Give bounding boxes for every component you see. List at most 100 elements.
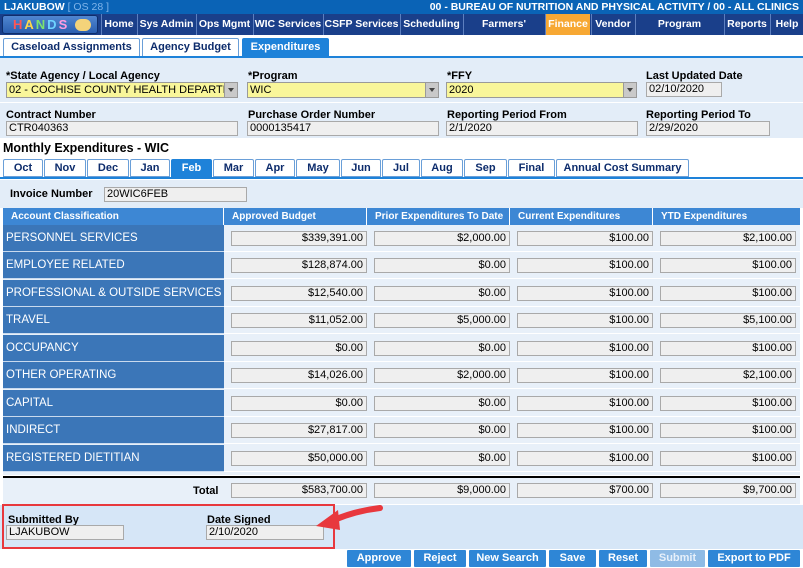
col-current-expenditures: Current Expenditures [510,208,653,225]
total-label: Total [193,485,219,497]
nav-scheduling[interactable]: Scheduling [400,14,462,35]
month-tab-mar[interactable]: Mar [213,159,254,177]
account-classification: OTHER OPERATING [3,362,224,389]
nav-vendor[interactable]: Vendor [591,14,634,35]
prior-expenditures-cell: $0.00 [374,396,510,411]
title-bar: LJAKUBOW [ OS 28 ] 00 - BUREAU OF NUTRIT… [0,0,803,14]
hands-icon [75,19,91,31]
col-account-classification: Account Classification [3,208,224,225]
current-expenditures-input[interactable]: $100.00 [517,341,653,356]
search-form: *State Agency / Local Agency 02 - COCHIS… [0,58,803,138]
month-tab-jun[interactable]: Jun [341,159,381,177]
ytd-expenditures-cell: $100.00 [660,451,796,466]
ffy-select[interactable]: 2020 [446,82,637,98]
approve-button[interactable]: Approve [347,550,411,567]
last-updated-label: Last Updated Date [646,70,743,82]
prior-expenditures-cell: $5,000.00 [374,313,510,328]
current-expenditures-input[interactable]: $100.00 [517,258,653,273]
program-select[interactable]: WIC [247,82,439,98]
current-expenditures-input[interactable]: $100.00 [517,231,653,246]
month-tab-apr[interactable]: Apr [255,159,295,177]
export-pdf-button[interactable]: Export to PDF [708,550,800,567]
approved-budget-cell: $11,052.00 [231,313,367,328]
current-expenditures-input[interactable]: $100.00 [517,368,653,383]
month-tab-annual-cost-summary[interactable]: Annual Cost Summary [556,159,689,177]
agency-label: *State Agency / Local Agency [6,70,160,82]
tab-agency-budget[interactable]: Agency Budget [142,38,239,57]
tab-caseload-assignments[interactable]: Caseload Assignments [3,38,140,57]
ytd-expenditures-cell: $100.00 [660,423,796,438]
table-row: CAPITAL $0.00 $0.00 $100.00 $100.00 [3,390,800,417]
section-title: Monthly Expenditures - WIC [3,141,169,155]
month-tab-sep[interactable]: Sep [464,159,507,177]
hands-logo[interactable]: HANDS [2,15,98,34]
approved-budget-cell: $339,391.00 [231,231,367,246]
approved-budget-cell: $50,000.00 [231,451,367,466]
nav-home[interactable]: Home [101,14,136,35]
current-expenditures-input[interactable]: $100.00 [517,451,653,466]
agency-select[interactable]: 02 - COCHISE COUNTY HEALTH DEPARTM [6,82,238,98]
table-row: REGISTERED DIETITIAN $50,000.00 $0.00 $1… [3,445,800,472]
current-user: LJAKUBOW [ OS 28 ] [4,1,110,13]
month-tab-oct[interactable]: Oct [3,159,43,177]
col-ytd-expenditures: YTD Expenditures [661,211,748,222]
submit-button[interactable]: Submit [650,550,705,567]
current-expenditures-input[interactable]: $100.00 [517,313,653,328]
nav-farmers-market[interactable]: Farmers' Market [463,14,544,51]
approved-budget-cell: $128,874.00 [231,258,367,273]
invoice-label: Invoice Number [10,188,93,200]
nav-help[interactable]: Help [770,14,803,35]
table-header: Account Classification Approved Budget P… [3,208,800,225]
total-current-expenditures: $700.00 [517,483,653,498]
current-expenditures-input[interactable]: $100.00 [517,286,653,301]
account-classification: INDIRECT [3,417,224,444]
po-field: 0000135417 [247,121,439,136]
highlight-annotation [2,504,335,549]
contract-field: CTR040363 [6,121,238,136]
period-from-field: 2/1/2020 [446,121,638,136]
expenditures-table: PERSONNEL SERVICES $339,391.00 $2,000.00… [3,225,800,475]
month-tab-may[interactable]: May [296,159,340,177]
reset-button[interactable]: Reset [599,550,647,567]
month-tab-jul[interactable]: Jul [382,159,420,177]
month-tab-final[interactable]: Final [508,159,555,177]
nav-csfp-services[interactable]: CSFP Services [323,14,399,35]
contract-label: Contract Number [6,109,96,121]
month-tab-aug[interactable]: Aug [421,159,463,177]
period-from-label: Reporting Period From [447,109,567,121]
chevron-down-icon[interactable] [224,83,237,97]
reject-button[interactable]: Reject [414,550,466,567]
nav-finance[interactable]: Finance [545,14,590,35]
new-search-button[interactable]: New Search [469,550,546,567]
program-label: *Program [248,70,298,82]
ytd-expenditures-cell: $100.00 [660,396,796,411]
nav-wic-services[interactable]: WIC Services [253,14,322,35]
current-expenditures-input[interactable]: $100.00 [517,396,653,411]
chevron-down-icon[interactable] [425,83,438,97]
month-tab-dec[interactable]: Dec [87,159,129,177]
current-expenditures-input[interactable]: $100.00 [517,423,653,438]
table-row: PERSONNEL SERVICES $339,391.00 $2,000.00… [3,225,800,252]
ffy-value: 2020 [449,84,474,96]
month-tab-feb[interactable]: Feb [171,159,212,177]
nav-reports[interactable]: Reports [724,14,769,35]
ytd-expenditures-cell: $2,100.00 [660,231,796,246]
ffy-label: *FFY [447,70,473,82]
month-tab-nov[interactable]: Nov [44,159,86,177]
nav-sys-admin[interactable]: Sys Admin [137,14,195,35]
ytd-expenditures-cell: $100.00 [660,286,796,301]
nav-ops-mgmt[interactable]: Ops Mgmt [196,14,252,35]
total-approved-budget: $583,700.00 [231,483,367,498]
chevron-down-icon[interactable] [623,83,636,97]
nav-program-integrity[interactable]: Program Integrity [635,14,723,51]
total-row: Total $583,700.00 $9,000.00 $700.00 $9,7… [3,476,800,504]
total-ytd-expenditures: $9,700.00 [660,483,796,498]
month-tab-jan[interactable]: Jan [130,159,170,177]
approved-budget-cell: $27,817.00 [231,423,367,438]
agency-context: 00 - BUREAU OF NUTRITION AND PHYSICAL AC… [429,1,799,13]
save-button[interactable]: Save [549,550,596,567]
po-label: Purchase Order Number [248,109,376,121]
table-row: PROFESSIONAL & OUTSIDE SERVICES $12,540.… [3,280,800,307]
prior-expenditures-cell: $0.00 [374,258,510,273]
tab-expenditures[interactable]: Expenditures [242,38,329,57]
